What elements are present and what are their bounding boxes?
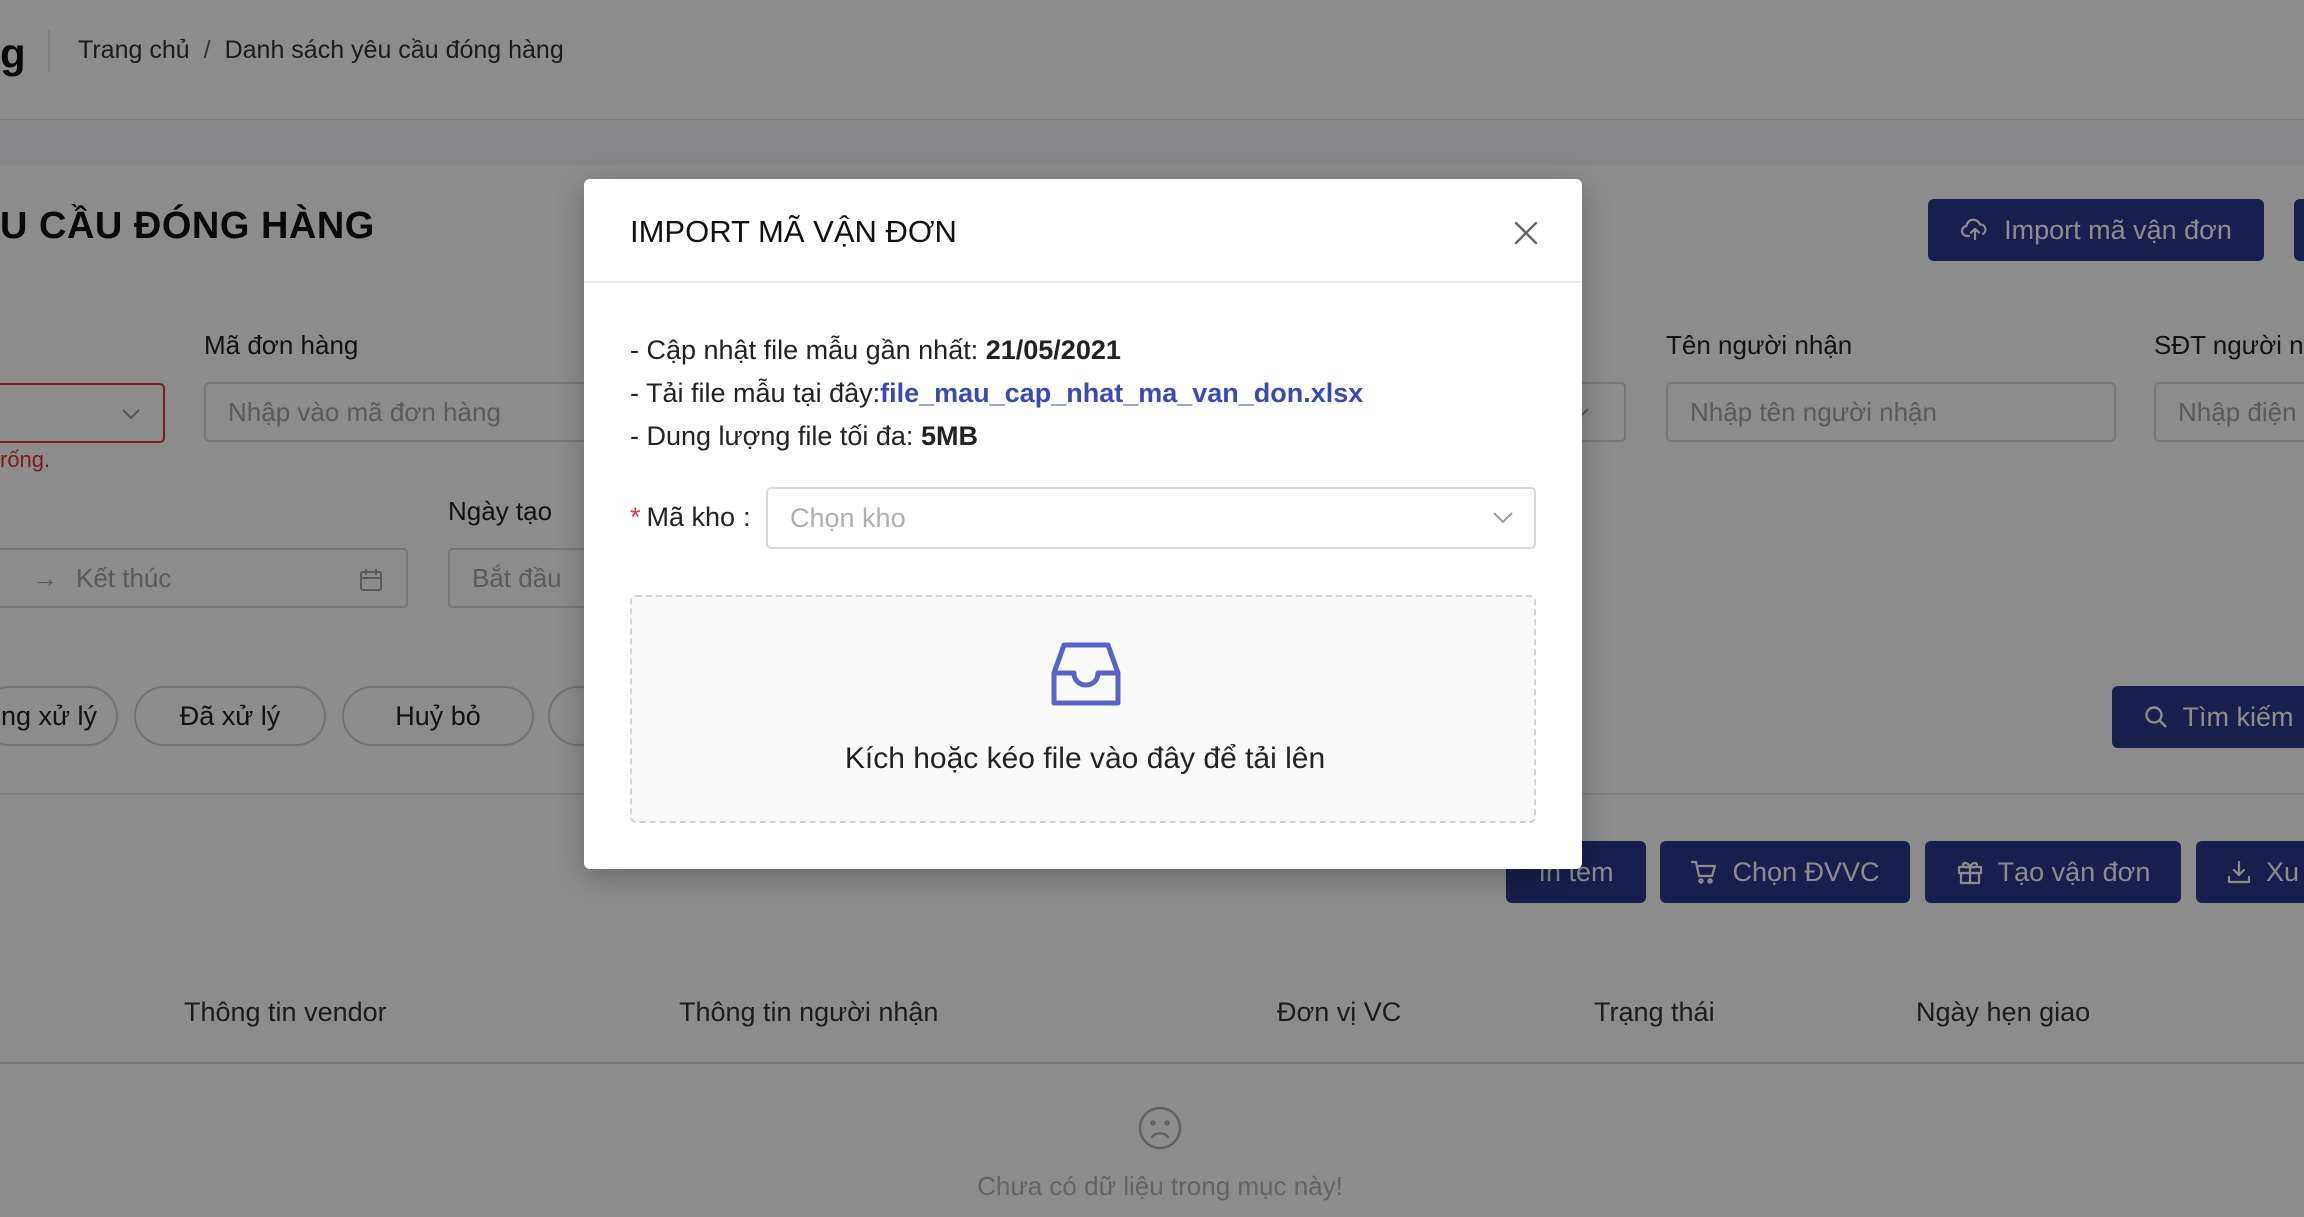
dropzone-text: Kích hoặc kéo file vào đây để tải lên	[844, 742, 1326, 775]
warehouse-placeholder: Chọn kho	[790, 502, 906, 533]
template-download-link[interactable]: file_mau_cap_nhat_ma_van_don.xlsx	[880, 378, 1363, 408]
template-download-line: - Tải file mẫu tại đây:file_mau_cap_nhat…	[630, 378, 1363, 409]
max-file-size-prefix: - Dung lượng file tối đa:	[630, 421, 921, 451]
template-updated-line: - Cập nhật file mẫu gần nhất: 21/05/2021	[630, 335, 1121, 366]
chevron-down-icon	[1493, 512, 1513, 524]
close-icon	[1514, 221, 1538, 245]
template-download-prefix: - Tải file mẫu tại đây:	[630, 378, 881, 408]
modal-header: IMPORT MÃ VẬN ĐƠN	[584, 179, 1582, 283]
max-file-size-line: - Dung lượng file tối đa: 5MB	[630, 421, 978, 452]
template-updated-prefix: - Cập nhật file mẫu gần nhất:	[630, 335, 986, 365]
modal-title: IMPORT MÃ VẬN ĐƠN	[630, 214, 957, 249]
warehouse-select[interactable]: Chọn kho	[766, 487, 1536, 549]
warehouse-label-colon: :	[743, 502, 751, 532]
max-file-size-value: 5MB	[920, 421, 978, 451]
template-updated-date: 21/05/2021	[985, 335, 1121, 365]
close-button[interactable]	[1506, 213, 1546, 253]
upload-dropzone[interactable]: Kích hoặc kéo file vào đây để tải lên	[630, 595, 1536, 823]
inbox-icon	[1050, 639, 1122, 716]
required-marker: *	[630, 502, 641, 532]
import-waybill-modal: IMPORT MÃ VẬN ĐƠN - Cập nhật file mẫu gầ…	[584, 179, 1582, 869]
warehouse-label-text: Mã kho	[646, 502, 736, 532]
warehouse-label: * Mã kho:	[630, 502, 751, 533]
